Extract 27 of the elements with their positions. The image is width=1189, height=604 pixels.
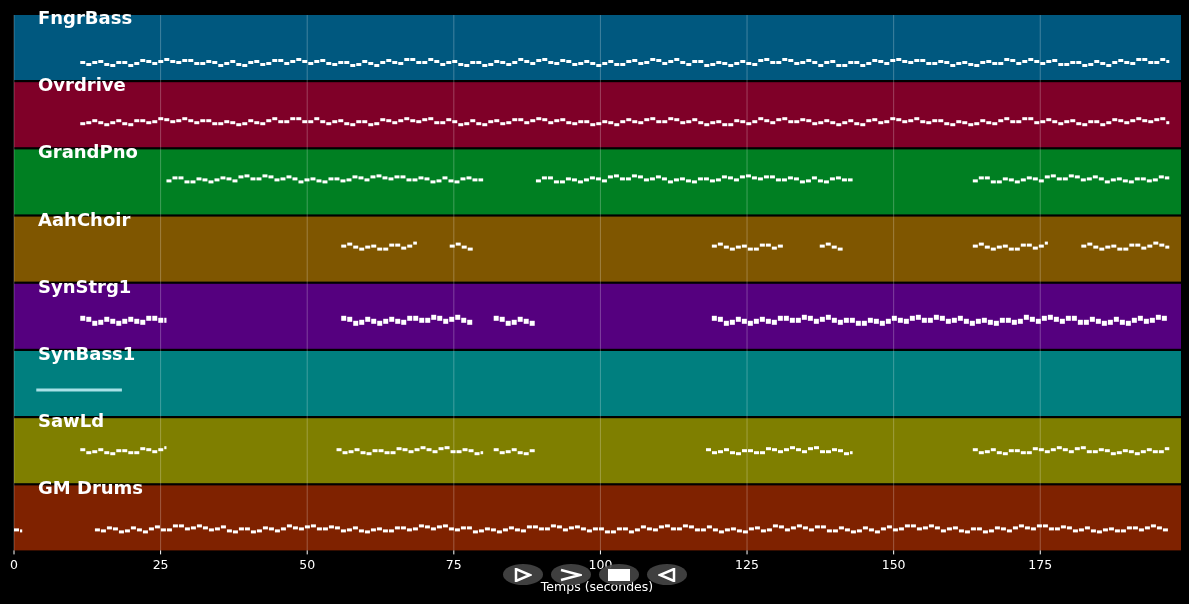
note-run: [711, 242, 783, 251]
track-name: SynStrg1: [38, 275, 132, 297]
tick-label: 75: [445, 557, 462, 573]
note-run: [493, 315, 535, 326]
track-name: GM Drums: [38, 477, 144, 499]
tick-label: 50: [299, 557, 316, 573]
tick-label: 25: [152, 557, 169, 573]
tick-label: 175: [1028, 557, 1053, 573]
tick-label: 100: [588, 557, 613, 573]
note-run: [14, 528, 23, 533]
back-icon: [658, 567, 676, 582]
track-name: AahChoir: [38, 208, 131, 230]
track-name: SynBass1: [38, 343, 136, 364]
track-name: SawLd: [38, 410, 105, 432]
note-run: [493, 448, 535, 456]
play-icon: [514, 567, 532, 582]
tick-label: 150: [881, 557, 906, 573]
stop-icon: [608, 568, 630, 581]
track-name: FngrBass: [38, 7, 133, 28]
note-run: [819, 242, 843, 251]
note-run: [449, 242, 473, 251]
tick-label: 125: [735, 557, 759, 573]
axis-label: Temps (secondes): [540, 579, 654, 594]
track-name: GrandPno: [38, 141, 138, 163]
tick-label: 0: [10, 557, 18, 573]
track-name: Ovrdrive: [38, 74, 126, 96]
chevron-right-icon: [560, 567, 582, 582]
